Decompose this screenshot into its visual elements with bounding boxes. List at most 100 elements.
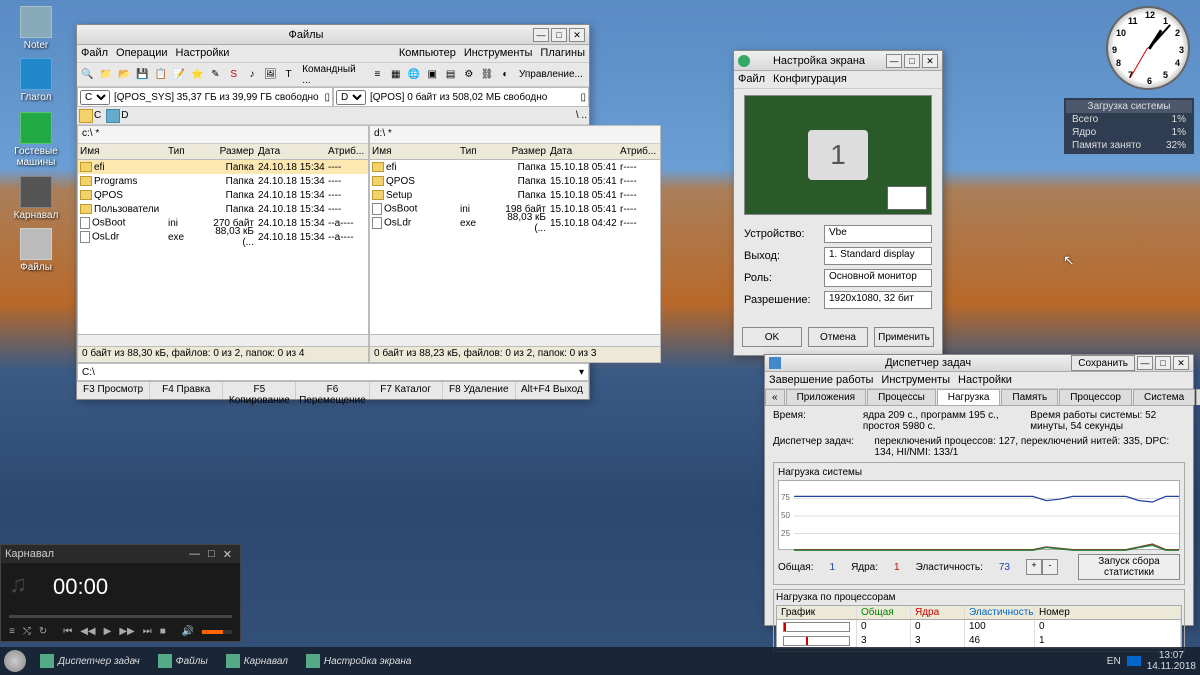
volume-slider[interactable] (202, 630, 232, 634)
list-icon[interactable]: ≡ (369, 66, 386, 84)
device-select[interactable]: Vbe (824, 225, 932, 243)
f7-mkdir[interactable]: F7 Каталог (370, 382, 443, 399)
file-row[interactable]: ProgramsПапка24.10.18 15:34---- (78, 174, 368, 188)
left-path[interactable]: c:\ * (78, 126, 368, 144)
processor-row[interactable]: 33461 (777, 634, 1181, 648)
tab-cpu[interactable]: Процессор (1059, 389, 1132, 405)
taskbar-item[interactable]: Файлы (150, 652, 216, 670)
desktop-icon-files[interactable]: Файлы (12, 228, 60, 273)
file-row[interactable]: efiПапка24.10.18 15:34---- (78, 160, 368, 174)
desktop-icon-noter[interactable]: Noter (12, 6, 60, 51)
desktop-icon-guest-vms[interactable]: Гостевые машины (12, 112, 60, 168)
volume-icon[interactable]: 🔊 (182, 626, 194, 637)
folder-icon[interactable]: 📁 (97, 66, 114, 84)
app-icon[interactable]: ▣ (424, 66, 441, 84)
menu-settings[interactable]: Настройки (958, 374, 1012, 386)
search-icon[interactable]: 🔍 (79, 66, 96, 84)
role-select[interactable]: Основной монитор (824, 269, 932, 287)
f4-edit[interactable]: F4 Правка (150, 382, 223, 399)
drive-select-right[interactable]: D (336, 90, 366, 105)
copy-icon[interactable]: 📋 (152, 66, 169, 84)
close-button[interactable]: ✕ (569, 28, 585, 42)
close-button[interactable]: ✕ (922, 54, 938, 68)
grid-icon[interactable]: ▦ (387, 66, 404, 84)
repeat-icon[interactable]: ↻ (39, 626, 47, 637)
view-icon[interactable]: S (225, 66, 242, 84)
scrollbar[interactable] (370, 334, 660, 346)
link-icon[interactable]: ⛓ (478, 66, 495, 84)
maximize-button[interactable]: □ (904, 54, 920, 68)
taskbar-item[interactable]: Диспетчер задач (32, 652, 148, 670)
drive-d-icon[interactable] (106, 109, 120, 123)
taskbar-clock[interactable]: 13:07 14.11.2018 (1147, 650, 1196, 672)
gear-icon[interactable]: ⚙ (460, 66, 477, 84)
monitor-preview[interactable]: 1 (744, 95, 932, 215)
menu-file[interactable]: Файл (81, 47, 108, 60)
language-indicator[interactable]: EN (1107, 656, 1121, 667)
globe-icon[interactable]: 🌐 (405, 66, 422, 84)
stop-button[interactable]: ■ (160, 626, 166, 637)
ok-button[interactable]: OK (742, 327, 802, 347)
folder-up-icon[interactable]: 📂 (116, 66, 133, 84)
file-row[interactable]: OsLdrexe88,03 кБ (...15.10.18 04:42r---- (370, 216, 660, 230)
col-type[interactable]: Тип (168, 146, 208, 157)
file-row[interactable]: QPOSПапка15.10.18 05:41r---- (370, 174, 660, 188)
file-row[interactable]: OsLdrexe88,03 кБ (...24.10.18 15:34--a--… (78, 230, 368, 244)
maximize-button[interactable]: □ (551, 28, 567, 42)
file-manager-titlebar[interactable]: Файлы — □ ✕ (77, 25, 589, 45)
resolution-select[interactable]: 1920x1080, 32 бит (824, 291, 932, 309)
altf4-exit[interactable]: Alt+F4 Выход (516, 382, 589, 399)
task-manager-titlebar[interactable]: Диспетчер задач Сохранить — □ ✕ (765, 355, 1193, 372)
minimize-button[interactable]: — (533, 28, 549, 42)
scrollbar[interactable] (78, 334, 368, 346)
maximize-button[interactable]: □ (208, 548, 215, 560)
tab-load[interactable]: Нагрузка (937, 389, 1001, 405)
menu-config[interactable]: Конфигурация (773, 73, 847, 86)
tab-next[interactable]: » (1196, 389, 1200, 405)
close-button[interactable]: ✕ (223, 548, 232, 561)
f3-view[interactable]: F3 Просмотр (77, 382, 150, 399)
progress-bar[interactable] (9, 615, 232, 618)
maximize-button[interactable]: □ (1155, 356, 1171, 370)
col-attr[interactable]: Атриб... (328, 146, 368, 157)
tab-prev[interactable]: « (765, 389, 785, 405)
apply-button[interactable]: Применить (874, 327, 934, 347)
run-stats-button[interactable]: Запуск сбора статистики (1078, 554, 1180, 580)
note-icon[interactable]: 📝 (170, 66, 187, 84)
menu-shutdown[interactable]: Завершение работы (769, 374, 873, 386)
shuffle-icon[interactable]: ⤭ (23, 626, 31, 637)
taskbar-item[interactable]: Настройка экрана (298, 652, 420, 670)
file-row[interactable]: QPOSПапка24.10.18 15:34---- (78, 188, 368, 202)
menu-tools[interactable]: Инструменты (464, 47, 533, 60)
playlist-icon[interactable]: ≡ (9, 626, 15, 637)
minimize-button[interactable]: — (1137, 356, 1153, 370)
forward-button[interactable]: ▶▶ (119, 626, 134, 637)
edit-icon[interactable]: ✎ (207, 66, 224, 84)
tab-system[interactable]: Система (1133, 389, 1195, 405)
menu-file[interactable]: Файл (738, 73, 765, 86)
rewind-button[interactable]: ◀◀ (80, 626, 95, 637)
star-icon[interactable]: ⭐ (189, 66, 206, 84)
minimize-button[interactable]: — (886, 54, 902, 68)
f6-move[interactable]: F6 Перемещение (296, 382, 369, 399)
col-size[interactable]: Размер (208, 146, 258, 157)
flag-icon[interactable] (1127, 656, 1141, 666)
next-button[interactable]: ⏭ (143, 626, 152, 637)
menu-plugins[interactable]: Плагины (540, 47, 585, 60)
close-button[interactable]: ✕ (1173, 356, 1189, 370)
tab-apps[interactable]: Приложения (786, 389, 867, 405)
desktop-icon-glagol[interactable]: Глагол (12, 58, 60, 103)
music-icon[interactable]: ♪ (243, 66, 260, 84)
image-icon[interactable]: 🖼 (262, 66, 279, 84)
menu-computer[interactable]: Компьютер (399, 47, 456, 60)
split-icon[interactable]: ▯ (580, 92, 586, 103)
prev-button[interactable]: ⏮ (63, 626, 72, 637)
menu-tools[interactable]: Инструменты (881, 374, 950, 386)
tab-memory[interactable]: Память (1001, 389, 1058, 405)
play-button[interactable]: ▶ (104, 626, 112, 637)
media-player-titlebar[interactable]: Карнавал — □ ✕ (1, 545, 240, 563)
processor-row[interactable]: 001000 (777, 620, 1181, 634)
display-settings-titlebar[interactable]: Настройка экрана — □ ✕ (734, 51, 942, 71)
drive-select-left[interactable]: C (80, 90, 110, 105)
output-select[interactable]: 1. Standard display (824, 247, 932, 265)
